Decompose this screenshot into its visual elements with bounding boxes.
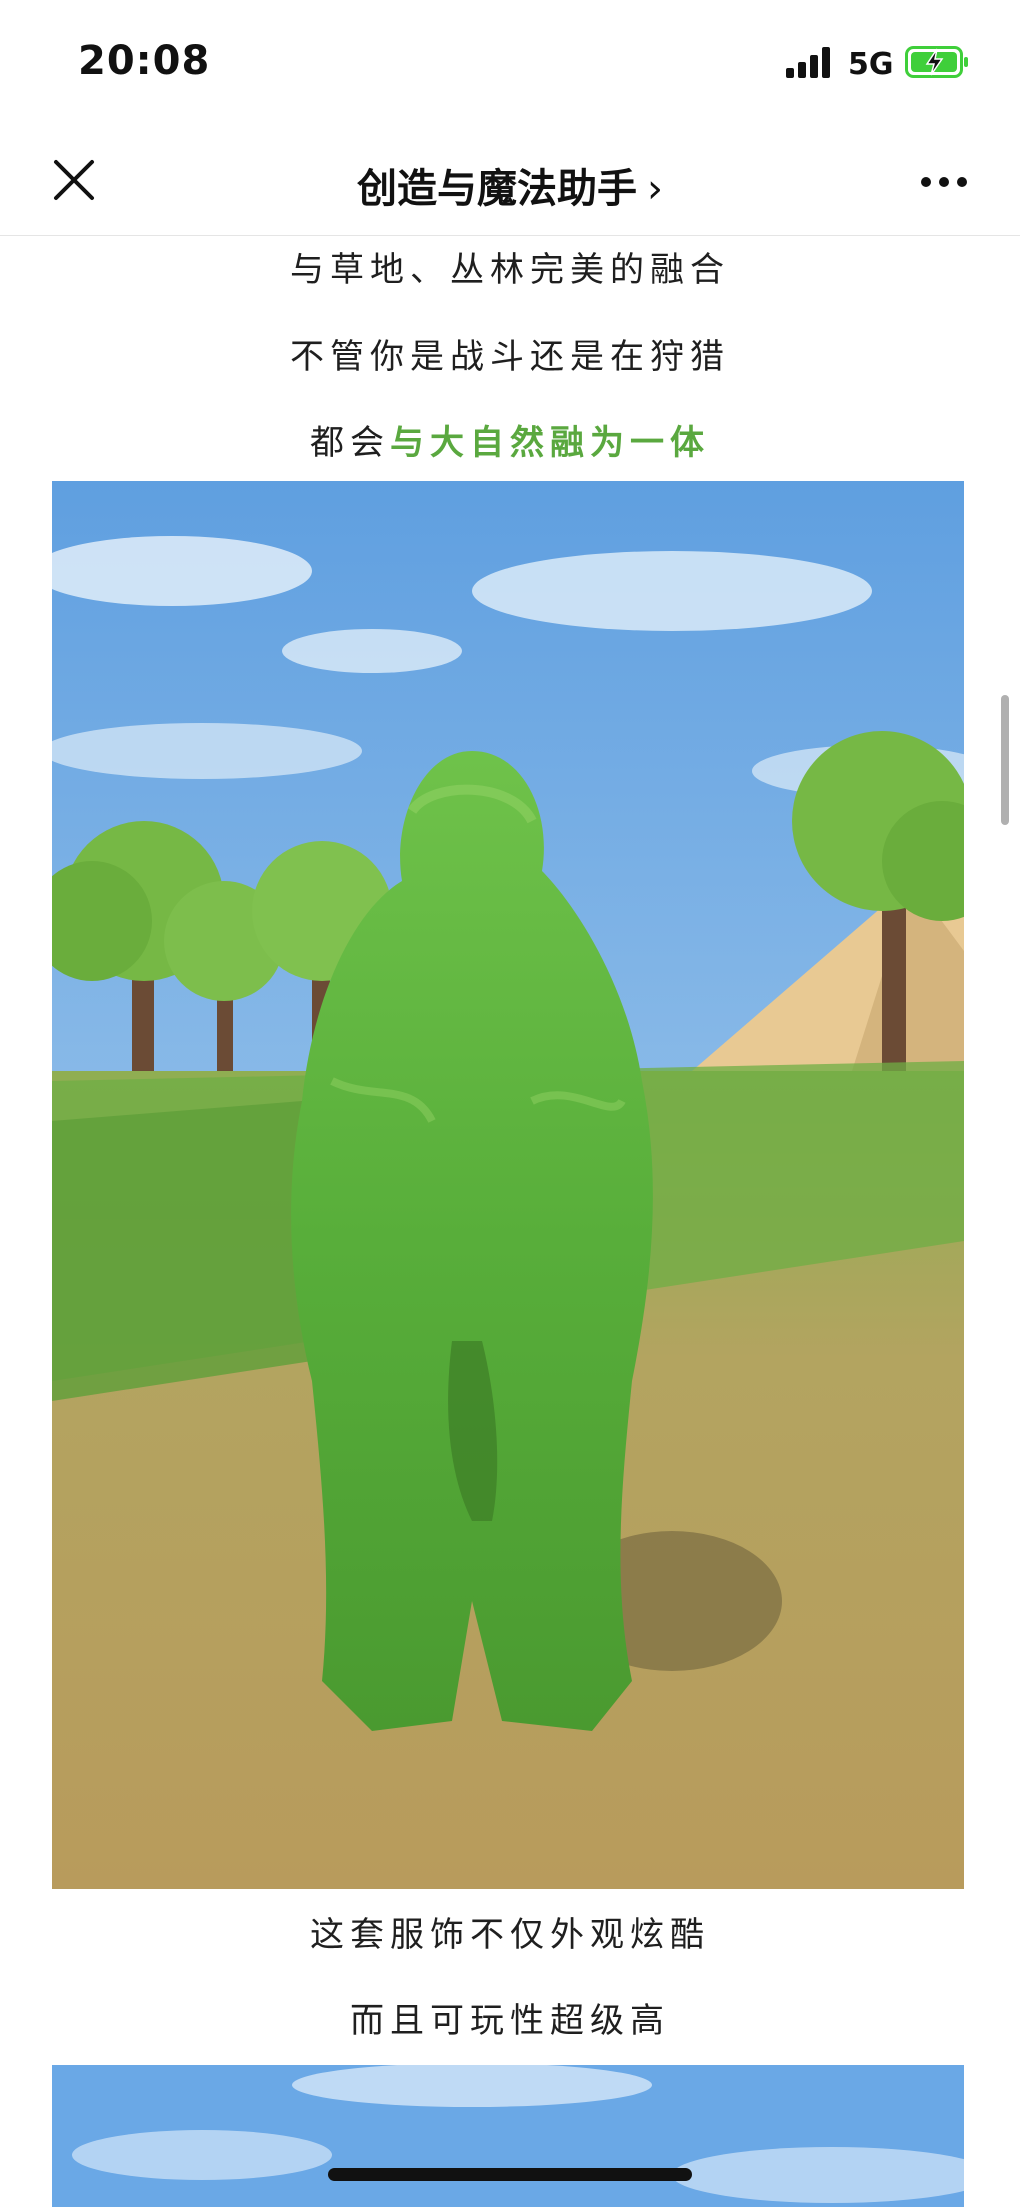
status-time: 20:08 xyxy=(78,38,211,84)
highlight-text: 与大自然融为一体 xyxy=(390,423,710,463)
chevron-right-icon: › xyxy=(647,166,663,212)
article-text-line: 这套服饰不仅外观炫酷 xyxy=(310,1915,710,1955)
article-text-line: 而且可玩性超级高 xyxy=(350,2001,670,2041)
highlight-prefix: 都会 xyxy=(310,423,390,463)
scrollbar[interactable] xyxy=(1001,695,1009,825)
article-text-line: 与草地、丛林完美的融合 xyxy=(290,250,730,290)
nav-bar: 创造与魔法助手 › xyxy=(0,130,1020,236)
cellular-signal-icon xyxy=(786,47,830,78)
more-options-icon[interactable] xyxy=(918,162,970,202)
article-highlight-line: 都会与大自然融为一体 xyxy=(0,415,1020,464)
page: 20:08 5G 创造与魔法助手 › 与草地、丛林完美的融合 不管你是战斗还是在… xyxy=(0,0,1020,2207)
article-text-line: 不管你是战斗还是在狩猎 xyxy=(290,337,730,377)
home-indicator[interactable] xyxy=(328,2168,692,2181)
account-title-link[interactable]: 创造与魔法助手 › xyxy=(0,156,1020,214)
ghillie-suit-image[interactable] xyxy=(52,481,964,1889)
article-body: 与草地、丛林完美的融合 不管你是战斗还是在狩猎 都会与大自然融为一体 这套服饰不… xyxy=(0,237,1020,2207)
battery-charging-icon xyxy=(905,46,968,78)
account-title: 创造与魔法助手 xyxy=(357,166,637,212)
next-article-image[interactable] xyxy=(52,2065,964,2207)
network-type: 5G xyxy=(848,47,894,82)
status-bar: 20:08 5G xyxy=(0,0,1020,130)
